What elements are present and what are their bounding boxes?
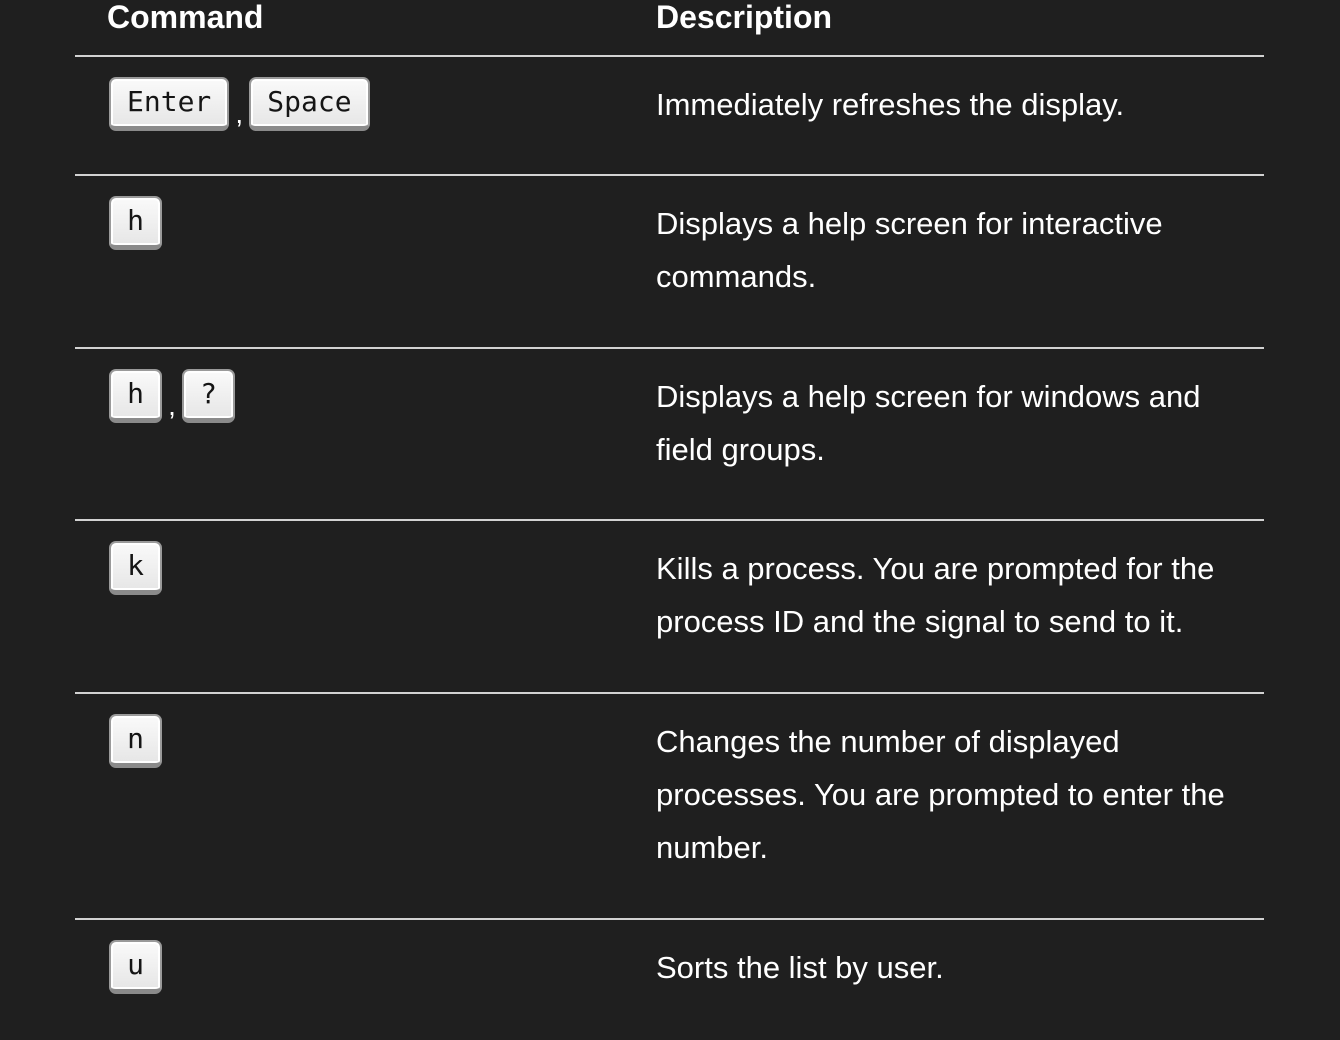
key-u: u [109, 940, 162, 994]
command-keys: h [109, 196, 162, 250]
command-keys: n [109, 714, 162, 768]
key-enter: Enter [109, 77, 230, 131]
table-row: k Kills a process. You are prompted for … [75, 521, 1264, 694]
command-keys: u [109, 940, 162, 994]
command-description: Changes the number of displayed processe… [656, 724, 1225, 865]
table-row: h , ? Displays a help screen for windows… [75, 349, 1264, 521]
command-description: Displays a help screen for interactive c… [656, 206, 1163, 294]
table-row: u Sorts the list by user. [75, 920, 1264, 1040]
key-question-mark: ? [182, 369, 235, 423]
command-description: Sorts the list by user. [656, 950, 944, 985]
command-description: Displays a help screen for windows and f… [656, 379, 1201, 467]
table-row: Enter , Space Immediately refreshes the … [75, 57, 1264, 176]
column-header-command: Command [107, 0, 264, 35]
command-description: Immediately refreshes the display. [656, 87, 1125, 122]
table-header: Command Description [75, 0, 1264, 57]
table-row: h Displays a help screen for interactive… [75, 176, 1264, 349]
key-h: h [109, 369, 162, 423]
key-separator: , [235, 98, 244, 129]
command-keys: h , ? [109, 369, 235, 423]
column-header-description: Description [656, 0, 833, 35]
key-h: h [109, 196, 162, 250]
table-row: n Changes the number of displayed proces… [75, 694, 1264, 920]
command-table: Command Description Enter , Space Immedi… [75, 0, 1264, 1040]
key-space: Space [249, 77, 370, 131]
command-keys: k [109, 541, 162, 595]
command-description: Kills a process. You are prompted for th… [656, 551, 1215, 639]
command-keys: Enter , Space [109, 77, 370, 131]
key-n: n [109, 714, 162, 768]
key-separator: , [168, 390, 176, 421]
key-k: k [109, 541, 162, 595]
